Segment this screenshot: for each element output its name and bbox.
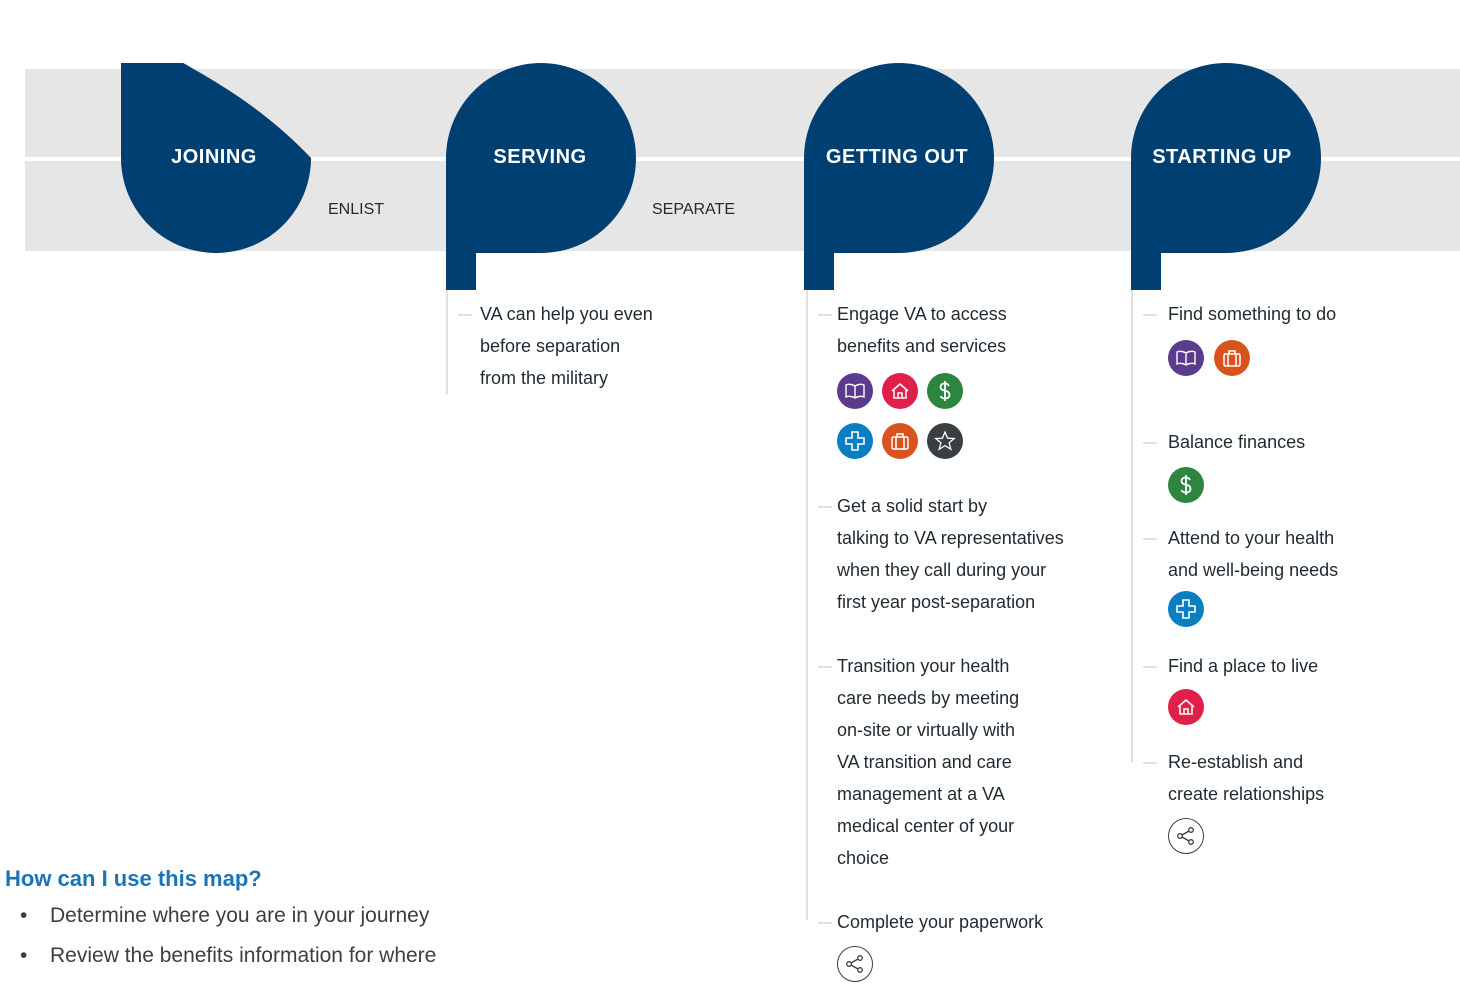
serving-column-line xyxy=(446,290,448,394)
home-icon xyxy=(1168,689,1204,725)
starting-up-item-tick xyxy=(1143,666,1157,668)
starting-up-item-tick xyxy=(1143,762,1157,764)
briefcase-icon xyxy=(882,423,918,459)
stage-title-joining: JOINING xyxy=(171,146,257,168)
stage-title-starting-up: STARTING UP xyxy=(1152,146,1292,168)
book-icon xyxy=(1168,340,1204,376)
dollar-icon xyxy=(1168,467,1204,503)
help-bullet: • Determine where you are in your journey xyxy=(20,904,429,928)
getting-out-drop-tail xyxy=(804,250,834,290)
getting-out-item-text: Get a solid start by talking to VA repre… xyxy=(837,496,1064,612)
getting-out-item-text: Transition your health care needs by mee… xyxy=(837,656,1020,868)
getting-out-column-line xyxy=(806,290,808,920)
getting-out-item-tick xyxy=(818,314,832,316)
starting-up-item-text: Attend to your health and well-being nee… xyxy=(1168,528,1339,580)
share-icon xyxy=(837,946,873,982)
starting-up-column-line xyxy=(1131,290,1133,762)
book-icon xyxy=(837,373,873,409)
stage-title-getting-out: GETTING OUT xyxy=(825,146,969,168)
getting-out-item-text: Complete your paperwork xyxy=(837,912,1044,932)
transition-enlist: ENLIST xyxy=(328,201,385,218)
home-icon xyxy=(882,373,918,409)
transition-separate: SEPARATE xyxy=(652,201,735,218)
share-icon xyxy=(1168,818,1204,854)
bullet-dot: • xyxy=(20,904,28,927)
star-icon xyxy=(927,423,963,459)
getting-out-item-tick xyxy=(818,922,832,924)
starting-up-item-text: Re-establish and create relationships xyxy=(1168,752,1325,804)
starting-up-item-text: Balance finances xyxy=(1168,432,1306,452)
starting-up-item-text: Find something to do xyxy=(1168,304,1337,324)
getting-out-item-text: Engage VA to access benefits and service… xyxy=(837,304,1007,356)
starting-up-item-tick xyxy=(1143,538,1157,540)
serving-drop-tail xyxy=(446,250,476,290)
serving-item-text: VA can help you even before separation f… xyxy=(480,304,653,388)
help-bullet-text: Review the benefits information for wher… xyxy=(50,944,437,967)
help-bullet: • Review the benefits information for whe… xyxy=(20,944,436,968)
help-title: How can I use this map? xyxy=(5,866,262,891)
health-cross-icon xyxy=(837,423,873,459)
dollar-icon xyxy=(927,373,963,409)
health-cross-icon xyxy=(1168,591,1204,627)
getting-out-item-tick xyxy=(818,666,832,668)
starting-up-item-tick xyxy=(1143,442,1157,444)
stage-title-serving: SERVING xyxy=(493,146,587,168)
getting-out-item-tick xyxy=(818,506,832,508)
starting-up-drop-tail xyxy=(1131,250,1161,290)
briefcase-icon xyxy=(1214,340,1250,376)
help-bullet-text: Determine where you are in your journey xyxy=(50,904,430,927)
serving-item-tick xyxy=(458,314,472,316)
starting-up-item-text: Find a place to live xyxy=(1168,656,1319,676)
bullet-dot: • xyxy=(20,944,28,967)
starting-up-item-tick xyxy=(1143,314,1157,316)
